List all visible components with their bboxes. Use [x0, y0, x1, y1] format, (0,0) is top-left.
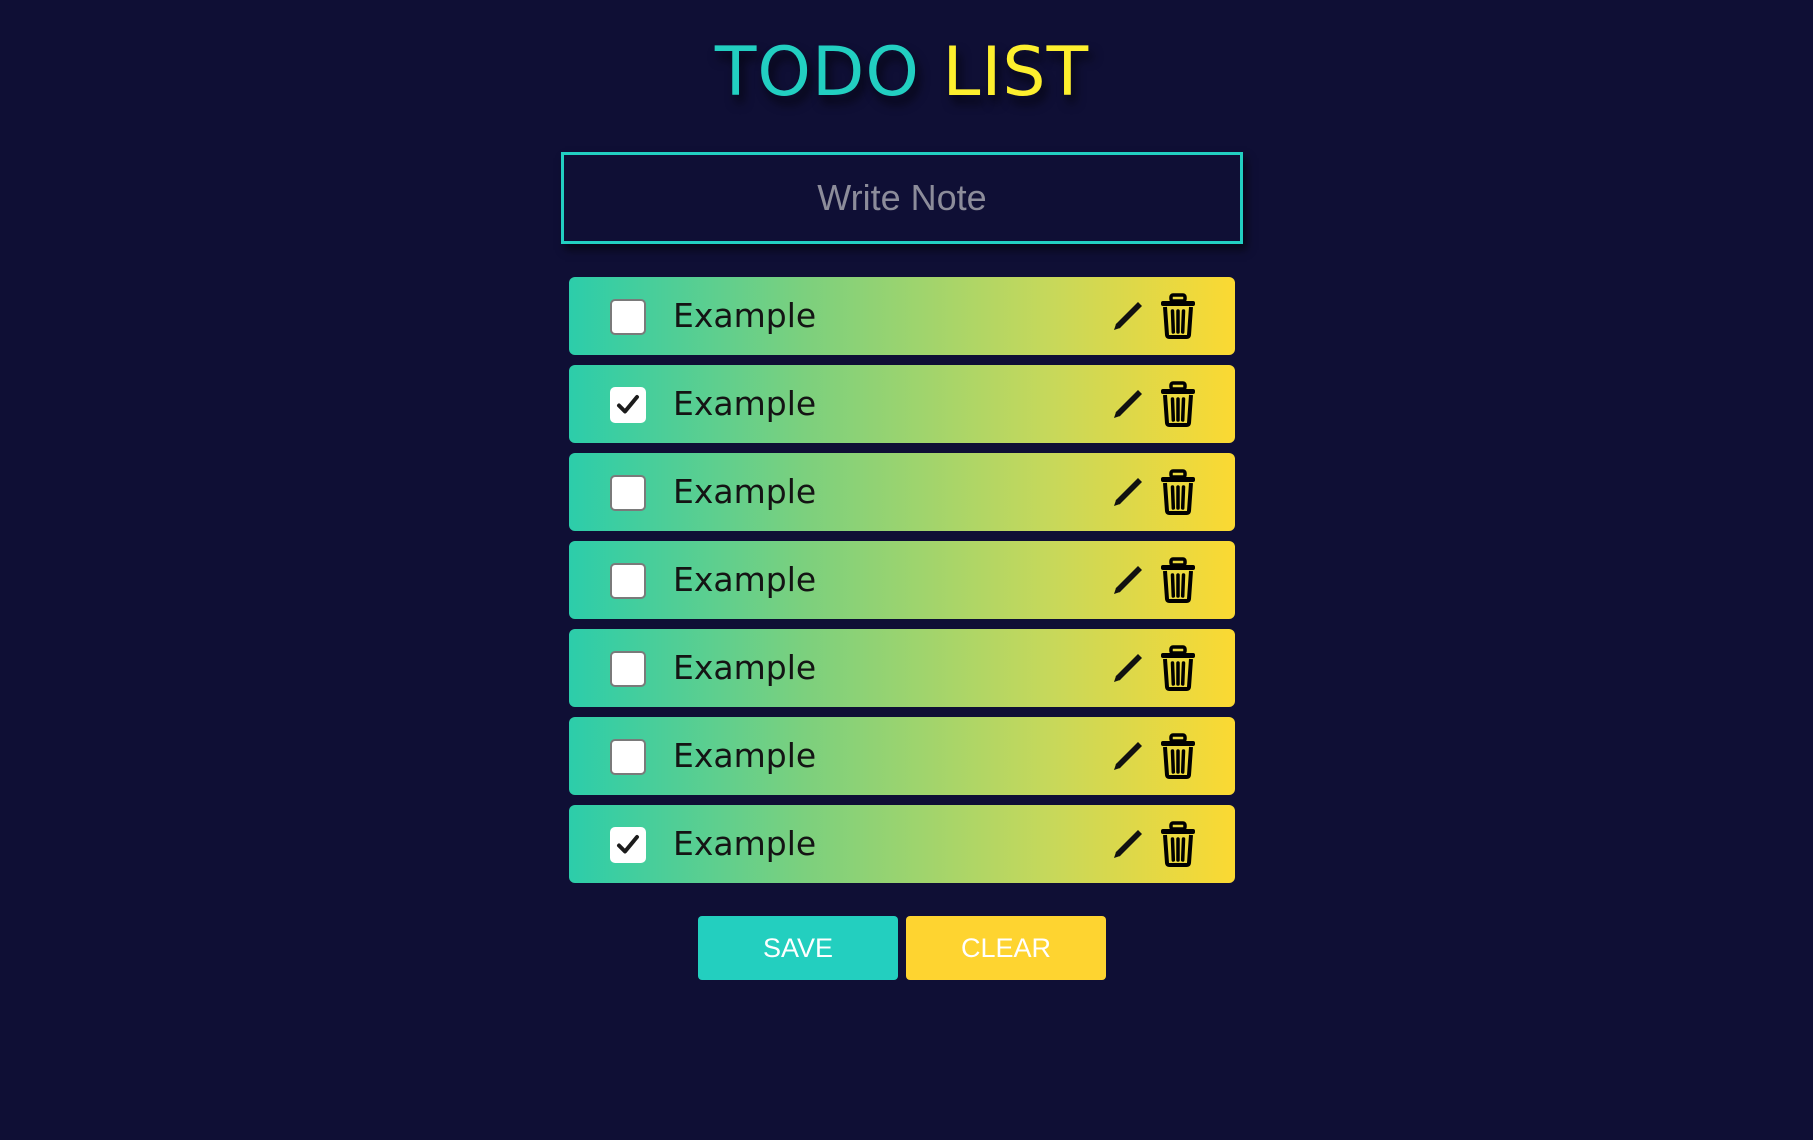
- todo-item: Example: [569, 805, 1235, 883]
- todo-item: Example: [569, 365, 1235, 443]
- todo-text: Example: [673, 384, 817, 423]
- pencil-icon[interactable]: [1109, 825, 1147, 863]
- todo-item: Example: [569, 277, 1235, 355]
- title-word-list: LIST: [942, 33, 1090, 112]
- checkmark-icon: [617, 835, 639, 854]
- todo-checkbox[interactable]: [610, 387, 646, 423]
- trash-icon[interactable]: [1158, 645, 1198, 691]
- trash-icon[interactable]: [1158, 469, 1198, 515]
- pencil-icon[interactable]: [1109, 561, 1147, 599]
- todo-text: Example: [673, 648, 817, 687]
- todo-text: Example: [673, 736, 817, 775]
- todo-item: Example: [569, 541, 1235, 619]
- todo-item: Example: [569, 453, 1235, 531]
- pencil-icon[interactable]: [1109, 737, 1147, 775]
- trash-icon[interactable]: [1158, 821, 1198, 867]
- trash-icon[interactable]: [1158, 557, 1198, 603]
- pencil-icon[interactable]: [1109, 297, 1147, 335]
- todo-checkbox[interactable]: [610, 739, 646, 775]
- note-input-box: [561, 152, 1243, 244]
- checkmark-icon: [617, 395, 639, 414]
- title-word-todo: TODO: [714, 33, 920, 112]
- pencil-icon[interactable]: [1109, 649, 1147, 687]
- todo-text: Example: [673, 560, 817, 599]
- trash-icon[interactable]: [1158, 733, 1198, 779]
- todo-app: TODO LIST ExampleExampleExampleExampleEx…: [0, 0, 1813, 1140]
- todo-checkbox[interactable]: [610, 827, 646, 863]
- todo-text: Example: [673, 296, 817, 335]
- pencil-icon[interactable]: [1109, 385, 1147, 423]
- pencil-icon[interactable]: [1109, 473, 1147, 511]
- save-button[interactable]: SAVE: [698, 916, 898, 980]
- todo-checkbox[interactable]: [610, 563, 646, 599]
- note-input[interactable]: [564, 155, 1240, 241]
- todo-checkbox[interactable]: [610, 475, 646, 511]
- trash-icon[interactable]: [1158, 293, 1198, 339]
- todo-text: Example: [673, 472, 817, 511]
- todo-list: Example Example Example Example Example Examp…: [569, 277, 1235, 893]
- todo-checkbox[interactable]: [610, 299, 646, 335]
- todo-item: Example: [569, 629, 1235, 707]
- todo-item: Example: [569, 717, 1235, 795]
- todo-text: Example: [673, 824, 817, 863]
- clear-button[interactable]: CLEAR: [906, 916, 1106, 980]
- page-title: TODO LIST: [0, 28, 1804, 118]
- todo-checkbox[interactable]: [610, 651, 646, 687]
- trash-icon[interactable]: [1158, 381, 1198, 427]
